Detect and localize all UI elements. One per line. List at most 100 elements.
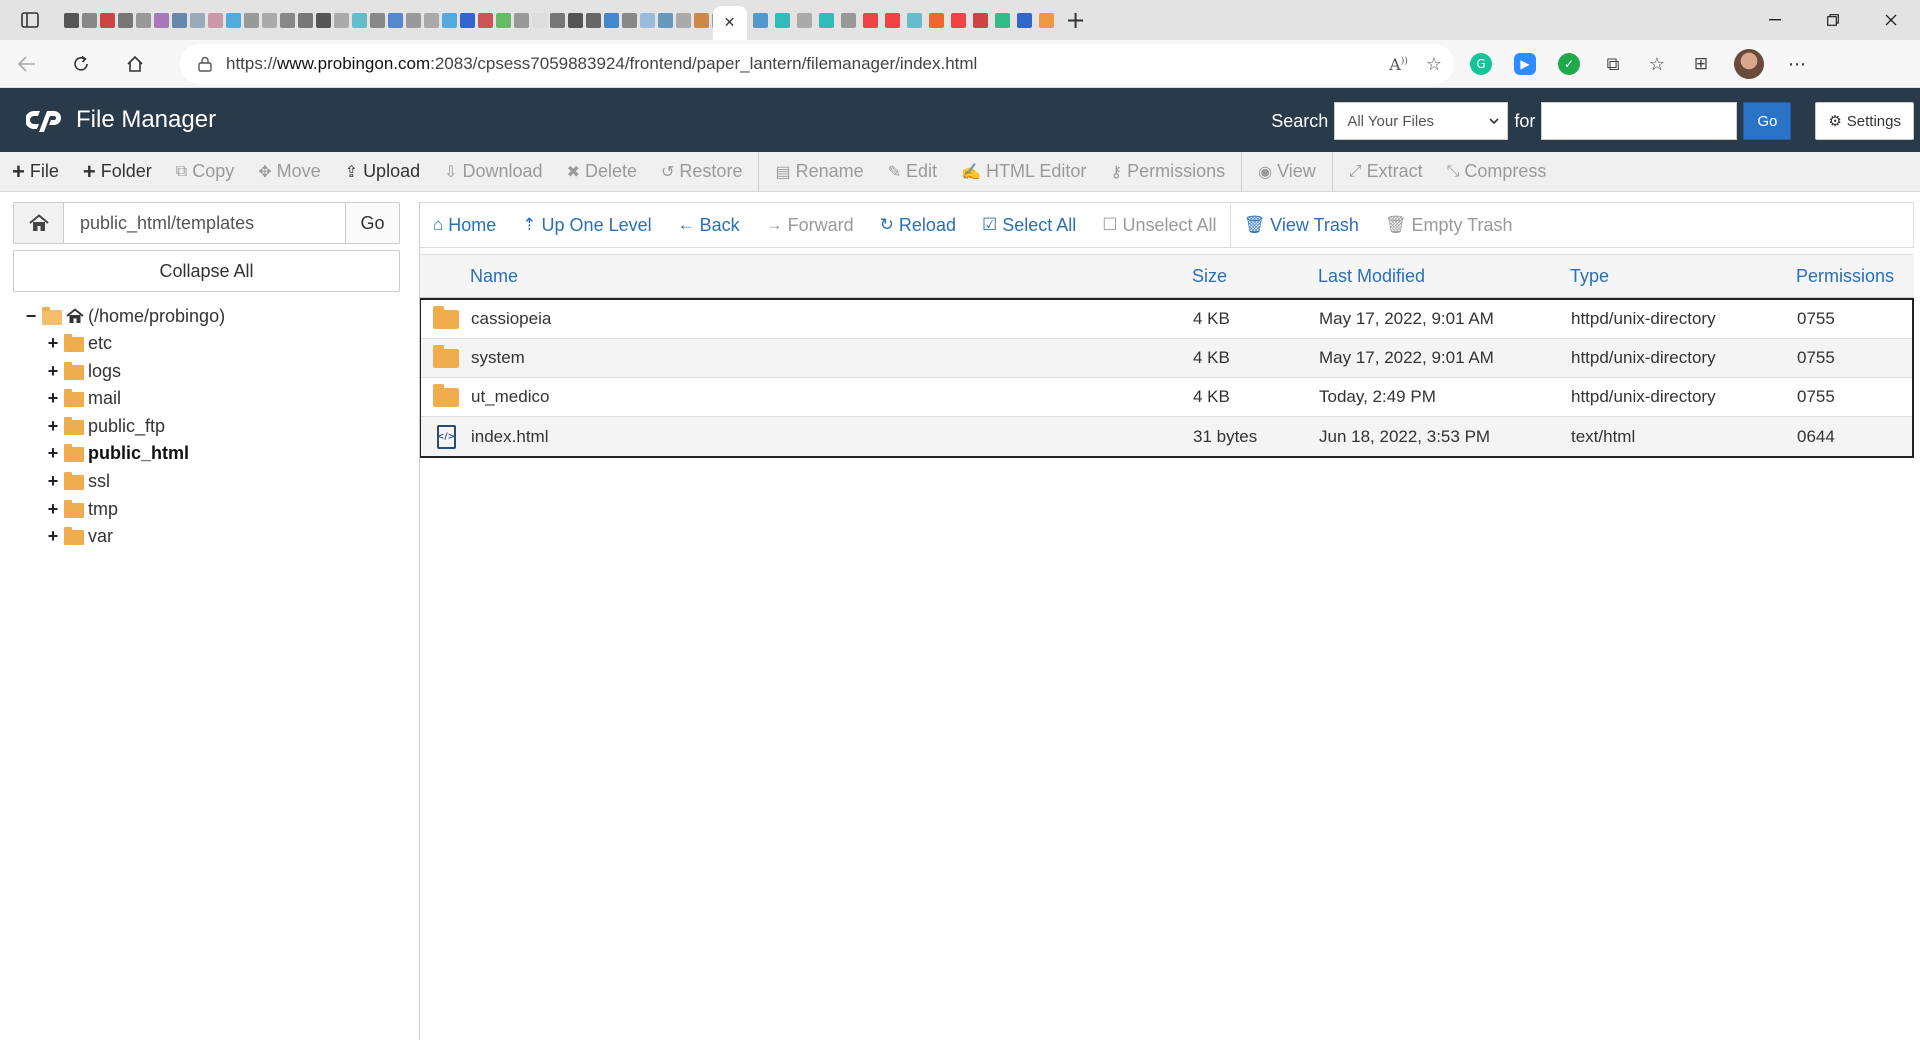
tab-favicon-icon[interactable] <box>950 12 966 28</box>
tab-favicon-icon[interactable] <box>550 12 565 28</box>
checkmark-extension-icon[interactable]: ✓ <box>1558 53 1580 75</box>
tab-favicon-icon[interactable] <box>862 12 878 28</box>
tree-item-mail[interactable]: + mail <box>46 388 225 410</box>
tab-favicon-icon[interactable] <box>64 12 79 28</box>
up-one-level-button[interactable]: ⇡ Up One Level <box>509 203 664 247</box>
expand-icon[interactable]: + <box>46 388 60 409</box>
tree-item-tmp[interactable]: + tmp <box>46 498 225 520</box>
zoom-extension-icon[interactable]: ▶ <box>1514 53 1536 75</box>
tab-favicon-icon[interactable] <box>442 12 457 28</box>
tree-item-etc[interactable]: + etc <box>46 333 225 355</box>
tab-favicon-icon[interactable] <box>1016 12 1032 28</box>
add-favorite-icon[interactable]: ☆ <box>1426 54 1442 75</box>
tab-favicon-icon[interactable] <box>972 12 988 28</box>
tab-favicon-icon[interactable] <box>352 12 367 28</box>
tab-favicon-icon[interactable] <box>316 12 331 28</box>
tree-item-public-ftp[interactable]: + public_ftp <box>46 415 225 437</box>
tab-favicon-icon[interactable] <box>604 12 619 28</box>
empty-trash-button[interactable]: 🗑 Empty Trash <box>1372 203 1526 247</box>
table-row[interactable]: system 4 KB May 17, 2022, 9:01 AM httpd/uni… <box>421 339 1912 378</box>
tab-favicon-icon[interactable] <box>370 12 385 28</box>
select-all-button[interactable]: ☑ Select All <box>969 203 1089 247</box>
restore-button[interactable]: ↺ Restore <box>649 152 754 192</box>
column-header-size[interactable]: Size <box>1192 266 1318 287</box>
tab-favicon-icon[interactable] <box>190 12 205 28</box>
back-button[interactable]: ← Back <box>665 203 753 247</box>
table-row[interactable]: ut_medico 4 KB Today, 2:49 PM httpd/unix-di… <box>421 378 1912 417</box>
tab-favicon-icon[interactable] <box>906 12 922 28</box>
tab-favicon-icon[interactable] <box>298 12 313 28</box>
view-button[interactable]: ◉ View <box>1246 152 1328 192</box>
tab-favicon-icon[interactable] <box>244 12 259 28</box>
tab-favicon-icon[interactable] <box>840 12 856 28</box>
tab-favicon-icon[interactable] <box>884 12 900 28</box>
tab-favicon-icon[interactable] <box>694 12 709 28</box>
collapse-all-button[interactable]: Collapse All <box>13 250 400 292</box>
tab-favicon-icon[interactable] <box>928 12 944 28</box>
tree-item-var[interactable]: + var <box>46 526 225 548</box>
tree-root[interactable]: − (/home/probingo) <box>24 305 225 327</box>
tab-favicon-icon[interactable] <box>676 12 691 28</box>
tab-favicon-icon[interactable] <box>478 12 493 28</box>
browser-refresh-button[interactable] <box>54 44 108 84</box>
read-aloud-icon[interactable]: A)) <box>1389 55 1408 74</box>
file-name[interactable]: cassiopeia <box>471 309 1193 329</box>
html-editor-button[interactable]: ✍ HTML Editor <box>949 152 1098 192</box>
expand-icon[interactable]: + <box>46 333 60 354</box>
expand-icon[interactable]: + <box>46 526 60 547</box>
tab-favicon-icon[interactable] <box>752 12 768 28</box>
tab-favicon-icon[interactable] <box>226 12 241 28</box>
active-tab[interactable]: ✕ <box>712 6 747 40</box>
path-home-button[interactable] <box>14 203 64 243</box>
folder-button[interactable]: + Folder <box>71 152 164 192</box>
tab-favicon-icon[interactable] <box>154 12 169 28</box>
favorites-icon[interactable]: ☆ <box>1646 53 1668 75</box>
tab-favicon-icon[interactable] <box>334 12 349 28</box>
new-tab-button[interactable]: + <box>1054 0 1098 40</box>
settings-button[interactable]: ⚙ Settings <box>1815 102 1914 140</box>
tab-favicon-icon[interactable] <box>818 12 834 28</box>
delete-button[interactable]: ✖ Delete <box>555 152 649 192</box>
tab-favicon-icon[interactable] <box>208 12 223 28</box>
extract-button[interactable]: ⤢ Extract <box>1337 152 1435 192</box>
path-input[interactable]: public_html/templates <box>64 203 345 243</box>
path-go-button[interactable]: Go <box>345 203 399 243</box>
expand-icon[interactable]: + <box>46 416 60 437</box>
file-name[interactable]: system <box>471 348 1193 368</box>
tree-item-logs[interactable]: + logs <box>46 360 225 382</box>
search-go-button[interactable]: Go <box>1743 102 1792 140</box>
table-row[interactable]: cassiopeia 4 KB May 17, 2022, 9:01 AM httpd… <box>421 300 1912 339</box>
tab-favicon-icon[interactable] <box>796 12 812 28</box>
download-button[interactable]: ⇩ Download <box>432 152 554 192</box>
compress-button[interactable]: ⤡ Compress <box>1435 152 1559 192</box>
rename-button[interactable]: ▤ Rename <box>763 152 875 192</box>
search-input[interactable] <box>1541 102 1738 140</box>
column-header-type[interactable]: Type <box>1570 266 1796 287</box>
browser-back-button[interactable] <box>0 44 54 84</box>
expand-icon[interactable]: + <box>46 443 60 464</box>
collections-icon[interactable]: ⊞ <box>1690 53 1712 75</box>
view-trash-button[interactable]: 🗑 View Trash <box>1231 203 1372 247</box>
tree-item-ssl[interactable]: + ssl <box>46 471 225 493</box>
tab-favicon-icon[interactable] <box>136 12 151 28</box>
tab-favicon-icon[interactable] <box>82 12 97 28</box>
profile-avatar[interactable] <box>1734 49 1764 79</box>
tab-favicon-icon[interactable] <box>514 12 529 28</box>
table-row[interactable]: </> index.html 31 bytes Jun 18, 2022, 3:53 … <box>421 417 1912 456</box>
edit-button[interactable]: ✎ Edit <box>876 152 949 192</box>
file-button[interactable]: + File <box>0 152 71 192</box>
expand-icon[interactable]: + <box>46 471 60 492</box>
file-name[interactable]: index.html <box>471 427 1193 447</box>
tab-favicon-icon[interactable] <box>280 12 295 28</box>
tab-favicon-icon[interactable] <box>262 12 277 28</box>
expand-icon[interactable]: + <box>46 499 60 520</box>
column-header-permissions[interactable]: Permissions <box>1796 266 1906 287</box>
tab-favicon-icon[interactable] <box>460 12 475 28</box>
tab-favicon-icon[interactable] <box>496 12 511 28</box>
upload-button[interactable]: ⇪ Upload <box>333 152 432 192</box>
move-button[interactable]: ✥ Move <box>246 152 332 192</box>
tab-favicon-icon[interactable] <box>774 12 790 28</box>
grammarly-extension-icon[interactable]: G <box>1470 53 1492 75</box>
file-name[interactable]: ut_medico <box>471 387 1193 407</box>
browser-home-button[interactable] <box>108 44 162 84</box>
